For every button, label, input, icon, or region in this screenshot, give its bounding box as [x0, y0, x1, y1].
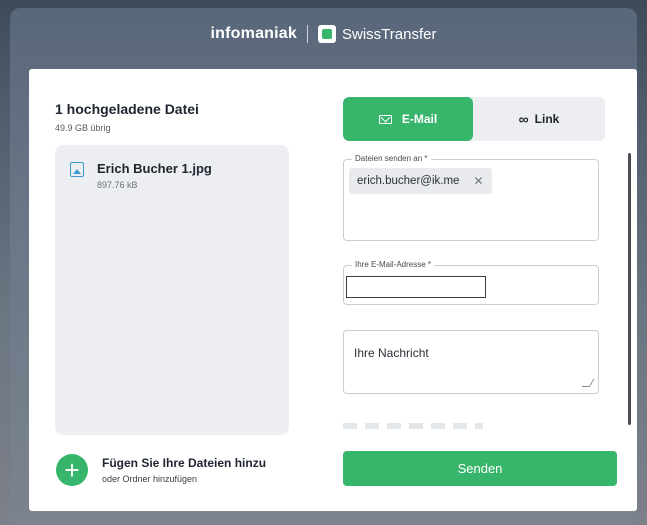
- recipients-field[interactable]: Dateien senden an * erich.bucher@ik.me ✕: [343, 154, 599, 241]
- send-column: E-Mail ∞ Link Dateien senden an * erich.…: [319, 69, 637, 511]
- recipient-chip: erich.bucher@ik.me ✕: [349, 168, 492, 194]
- brand-name: infomaniak: [210, 25, 297, 42]
- message-field[interactable]: Ihre Nachricht: [343, 330, 599, 394]
- tab-email-label: E-Mail: [401, 112, 438, 126]
- upload-title: 1 hochgeladene Datei: [55, 101, 199, 117]
- hidden-field-hint: [343, 423, 483, 429]
- form-scrollbar[interactable]: [628, 153, 631, 425]
- add-files-title[interactable]: Fügen Sie Ihre Dateien hinzu: [102, 456, 266, 470]
- tab-link-label: Link: [534, 112, 560, 126]
- tab-email[interactable]: E-Mail: [343, 97, 473, 141]
- plus-icon: +: [64, 455, 80, 485]
- product-name: SwissTransfer: [342, 25, 437, 43]
- mail-icon: [378, 114, 392, 124]
- message-placeholder: Ihre Nachricht: [354, 346, 429, 360]
- app-header: infomaniak SwissTransfer: [0, 20, 647, 48]
- sender-email-field[interactable]: Ihre E-Mail-Adresse *: [343, 260, 599, 305]
- file-name: Erich Bucher 1.jpg: [97, 161, 212, 176]
- transfer-card: 1 hochgeladene Datei 49.9 GB übrig Erich…: [29, 69, 637, 511]
- image-file-icon: [70, 162, 84, 177]
- transfer-type-tabs: E-Mail ∞ Link: [343, 97, 605, 141]
- send-button[interactable]: Senden: [343, 451, 617, 486]
- add-folder-link[interactable]: oder Ordner hinzufügen: [102, 474, 197, 484]
- file-list: Erich Bucher 1.jpg 897.76 kB: [55, 145, 289, 435]
- file-size: 897.76 kB: [97, 180, 138, 190]
- add-files-button[interactable]: +: [56, 454, 88, 486]
- resize-handle-icon[interactable]: [581, 379, 595, 387]
- header-divider: [307, 25, 308, 43]
- swisstransfer-logo-icon: [318, 25, 336, 43]
- upload-column: 1 hochgeladene Datei 49.9 GB übrig Erich…: [29, 69, 319, 511]
- scrollbar-thumb[interactable]: [628, 153, 631, 425]
- tab-link[interactable]: ∞ Link: [473, 97, 605, 141]
- storage-remaining: 49.9 GB übrig: [55, 123, 111, 133]
- link-icon: ∞: [518, 111, 529, 127]
- recipient-email: erich.bucher@ik.me: [357, 175, 460, 187]
- close-icon[interactable]: ✕: [473, 174, 483, 188]
- recipients-label: Dateien senden an *: [352, 154, 431, 163]
- sender-email-input[interactable]: [346, 276, 486, 298]
- sender-email-label: Ihre E-Mail-Adresse *: [352, 260, 435, 269]
